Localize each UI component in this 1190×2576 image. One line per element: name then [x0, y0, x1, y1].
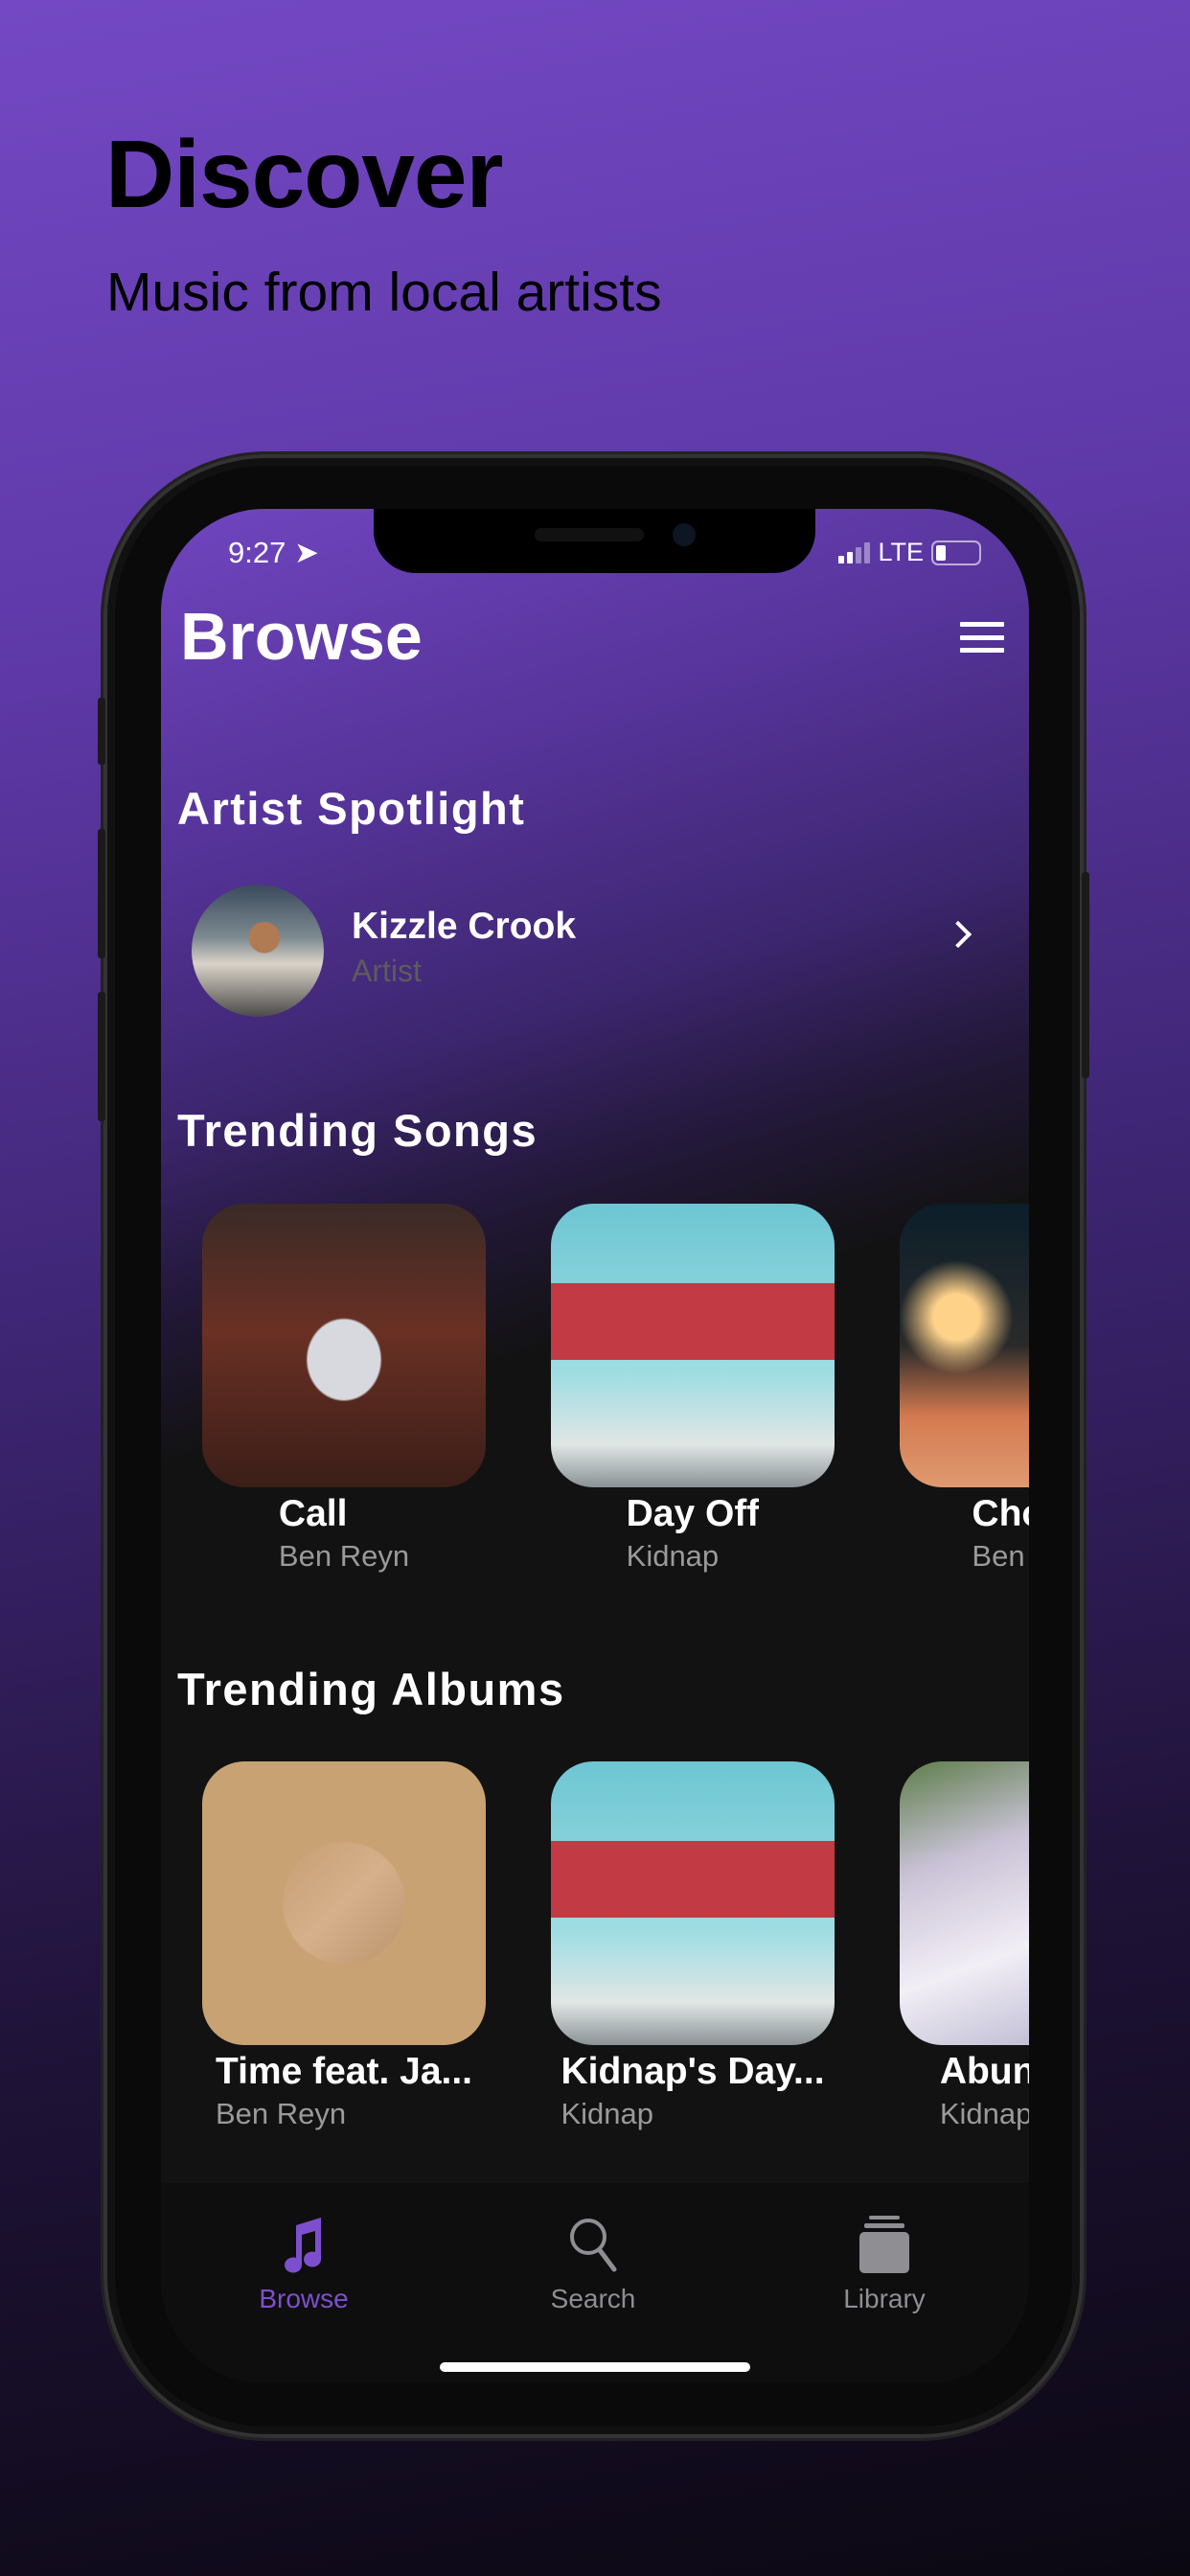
album-card[interactable]: Kidnap's Day... Kidnap [551, 1761, 835, 2131]
album-artwork [900, 1761, 1029, 2045]
promo-title: Discover [105, 121, 503, 228]
volume-up-button [98, 829, 105, 958]
artist-spotlight-row[interactable]: Kizzle Crook Artist [192, 885, 996, 1017]
library-icon [859, 2216, 909, 2273]
battery-icon [931, 540, 981, 565]
signal-icon [838, 541, 871, 564]
song-title: Call [278, 1493, 348, 1534]
power-button [1082, 872, 1089, 1078]
mute-switch [98, 698, 105, 765]
notch [374, 509, 815, 573]
album-title: Time feat. Ja... [215, 2051, 473, 2092]
album-title: Abundance [939, 2051, 1029, 2092]
artist-avatar [192, 885, 324, 1017]
song-artwork [900, 1204, 1029, 1487]
song-artwork [202, 1204, 486, 1487]
tab-bar: Browse Search Library [161, 2183, 1029, 2383]
album-artist: Kidnap [939, 2097, 1029, 2130]
song-artwork [551, 1204, 835, 1487]
album-artist: Kidnap [561, 2097, 653, 2130]
home-indicator[interactable] [440, 2362, 750, 2372]
status-time: 9:27 ➤ [228, 536, 319, 570]
search-icon [570, 2219, 617, 2272]
trending-songs-list: Call Ben Reyn Day Off Kidnap Choppa Ben Rey… [202, 1204, 1029, 1574]
menu-button[interactable] [960, 622, 1004, 653]
artist-role: Artist [352, 954, 422, 988]
tab-label: Search [550, 2284, 636, 2313]
song-title: Day Off [626, 1493, 760, 1534]
song-card[interactable]: Day Off Kidnap [551, 1204, 835, 1574]
album-card[interactable]: Abundance Kidnap [900, 1761, 1029, 2131]
chevron-right-icon [944, 920, 973, 949]
network-label: LTE [878, 538, 924, 566]
promo-subtitle: Music from local artists [106, 262, 662, 323]
album-title: Kidnap's Day... [561, 2051, 825, 2092]
time-text: 9:27 [228, 536, 286, 569]
location-arrow-icon: ➤ [293, 536, 319, 569]
album-card[interactable]: Time feat. Ja... Ben Reyn [202, 1761, 486, 2131]
trending-albums-list: Time feat. Ja... Ben Reyn Kidnap's Day...… [202, 1761, 1029, 2131]
section-title-albums: Trending Albums [177, 1664, 565, 1714]
artist-name: Kizzle Crook [352, 906, 577, 947]
page-title: Browse [180, 599, 423, 674]
section-title-songs: Trending Songs [177, 1105, 538, 1156]
volume-down-button [98, 992, 105, 1121]
status-indicators: LTE [838, 538, 981, 567]
album-artist: Ben Reyn [215, 2097, 347, 2130]
tab-label: Library [843, 2284, 926, 2313]
section-title-spotlight: Artist Spotlight [177, 783, 526, 834]
song-artist: Ben Reyn [972, 1539, 1029, 1573]
song-title: Choppa [972, 1493, 1029, 1534]
tab-label: Browse [259, 2284, 349, 2313]
album-artwork [202, 1761, 486, 2045]
album-artwork [551, 1761, 835, 2045]
song-card[interactable]: Choppa Ben Reyn [900, 1204, 1029, 1574]
music-note-icon [285, 2218, 321, 2273]
song-artist: Ben Reyn [278, 1539, 410, 1573]
song-artist: Kidnap [626, 1539, 720, 1573]
song-card[interactable]: Call Ben Reyn [202, 1204, 486, 1574]
app-screen: 9:27 ➤ LTE Browse Artist Spotlight Kizzl… [161, 509, 1029, 2383]
